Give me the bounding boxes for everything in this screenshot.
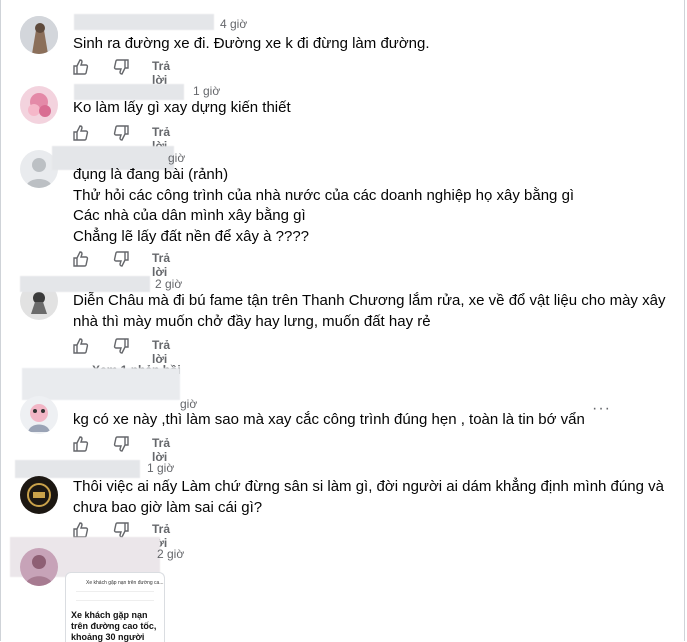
thumbs-up-icon[interactable] bbox=[72, 250, 90, 268]
timestamp[interactable]: 1 giờ bbox=[147, 461, 174, 475]
comment-text: Ko làm lấy gì xay dựng kiến thiết bbox=[73, 99, 291, 116]
attachment-header: Xe khách gặp nạn trên đường ca... bbox=[86, 580, 164, 586]
more-options-icon[interactable]: ··· bbox=[592, 400, 611, 418]
comment-text: đụng là đang bài (rảnh) bbox=[73, 166, 229, 183]
reply-link[interactable]: Trả lời bbox=[152, 436, 170, 464]
thumbs-down-icon[interactable] bbox=[112, 58, 130, 76]
right-border bbox=[684, 0, 685, 641]
comment-text: nhà thì mày muốn chở đầy hay lưng, muốn … bbox=[73, 313, 431, 330]
thumbs-down-icon[interactable] bbox=[112, 250, 130, 268]
comment-text: Các nhà của dân mình xây bằng gì bbox=[73, 207, 306, 224]
avatar[interactable] bbox=[20, 396, 58, 434]
thumbs-up-icon[interactable] bbox=[72, 58, 90, 76]
timestamp[interactable]: 4 giờ bbox=[220, 17, 247, 31]
comment-text: Thôi việc ai nấy Làm chứ đừng sân si làm… bbox=[73, 478, 664, 495]
comment-text: Sinh ra đường xe đi. Đường xe k đi đừng … bbox=[73, 35, 430, 52]
reply-link[interactable]: Trả lời bbox=[152, 251, 170, 279]
thumbs-up-icon[interactable] bbox=[72, 435, 90, 453]
avatar[interactable] bbox=[20, 476, 58, 514]
attachment-toolbar bbox=[76, 591, 154, 601]
author-name[interactable] bbox=[22, 368, 180, 400]
thumbs-down-icon[interactable] bbox=[112, 124, 130, 142]
timestamp[interactable]: giờ bbox=[168, 151, 185, 165]
author-name[interactable] bbox=[74, 14, 214, 30]
reply-link[interactable]: Trả lời bbox=[152, 338, 170, 366]
timestamp[interactable]: 2 giờ bbox=[157, 547, 184, 561]
timestamp[interactable]: 2 giờ bbox=[155, 277, 182, 291]
attachment-title: Xe khách gặp nạn trên đường cao tốc, kho… bbox=[71, 610, 157, 642]
avatar[interactable] bbox=[20, 548, 58, 586]
comment-text: kg có xe này ,thì làm sao mà xay cắc côn… bbox=[73, 411, 585, 428]
timestamp[interactable]: 1 giờ bbox=[193, 84, 220, 98]
thumbs-down-icon[interactable] bbox=[112, 337, 130, 355]
comment-text: Diễn Châu mà đi bú fame tận trên Thanh C… bbox=[73, 292, 666, 309]
image-attachment[interactable]: Xe khách gặp nạn trên đường ca... Xe khá… bbox=[65, 572, 165, 642]
comment-text: chưa bao giờ làm sai cái gì? bbox=[73, 499, 263, 516]
thumbs-up-icon[interactable] bbox=[72, 337, 90, 355]
comment-text: Thử hỏi các công trình của nhà nước của … bbox=[73, 187, 575, 204]
reply-link[interactable]: Trả lời bbox=[152, 59, 170, 87]
comment-text: Chẳng lẽ lấy đất nền để xây à ???? bbox=[73, 228, 310, 245]
avatar[interactable] bbox=[20, 16, 58, 54]
thumbs-down-icon[interactable] bbox=[112, 435, 130, 453]
thumbs-up-icon[interactable] bbox=[72, 124, 90, 142]
avatar[interactable] bbox=[20, 86, 58, 124]
left-border bbox=[0, 0, 1, 641]
